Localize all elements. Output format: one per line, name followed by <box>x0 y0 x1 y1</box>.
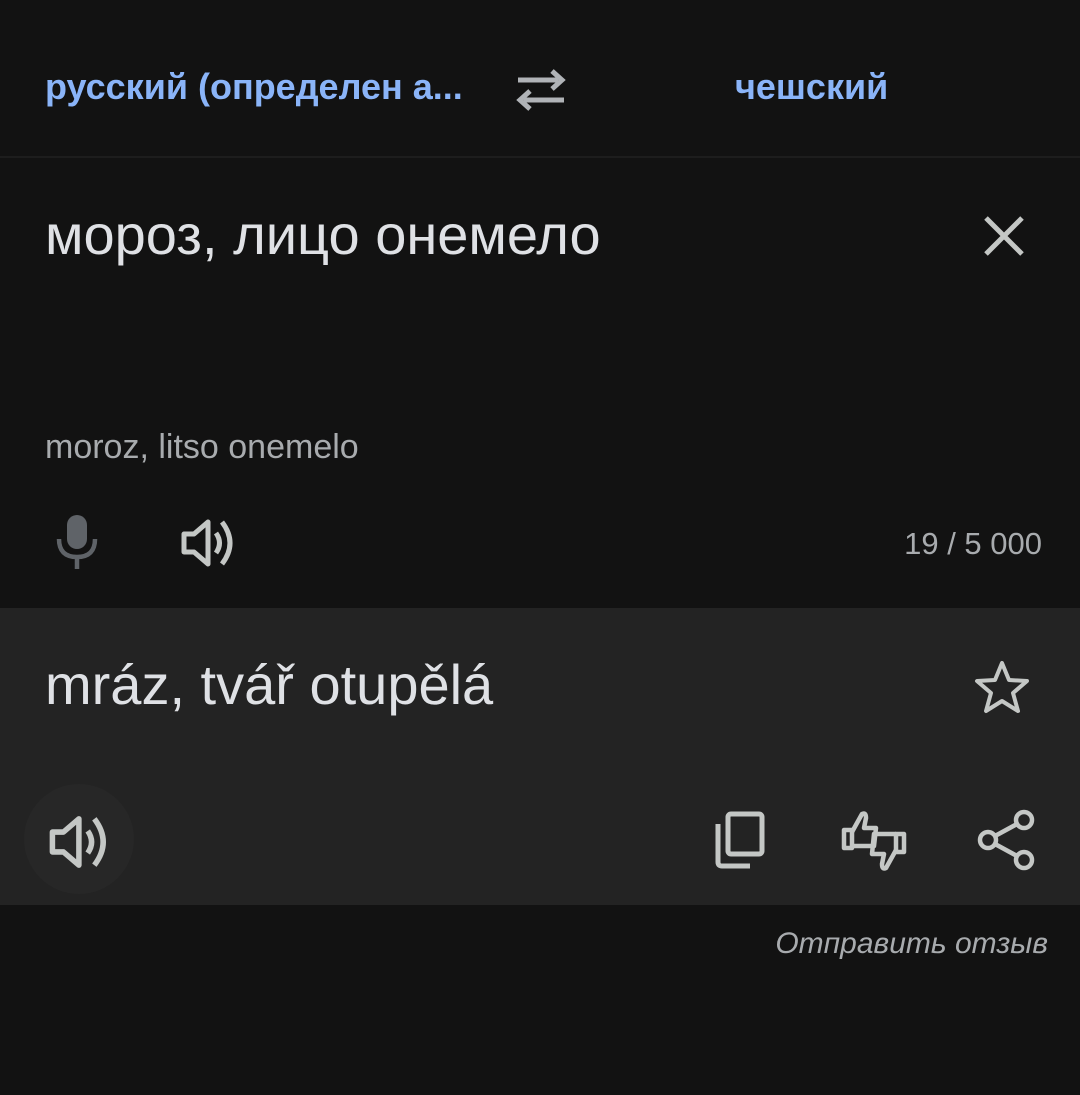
source-text-input[interactable]: мороз, лицо онемело <box>45 202 601 267</box>
language-bar: русский (определен а... чешский <box>0 0 1080 158</box>
share-icon[interactable] <box>976 808 1040 872</box>
translation-panel: mráz, tvář otupělá <box>0 608 1080 905</box>
thumbs-up-down-icon[interactable] <box>838 808 910 872</box>
send-feedback-link[interactable]: Отправить отзыв <box>775 927 1048 961</box>
volume-up-icon[interactable] <box>180 516 238 570</box>
character-counter: 19 / 5 000 <box>904 526 1042 561</box>
copy-icon[interactable] <box>708 808 772 872</box>
source-language-selector[interactable]: русский (определен а... <box>45 66 485 108</box>
translate-screen: русский (определен а... чешский мороз, л… <box>0 0 1080 1095</box>
source-panel: мороз, лицо онемело moroz, litso onemelo… <box>0 158 1080 608</box>
close-icon[interactable] <box>978 210 1030 262</box>
translation-text: mráz, tvář otupělá <box>45 653 494 716</box>
volume-up-icon[interactable] <box>48 810 112 874</box>
star-outline-icon[interactable] <box>972 658 1032 718</box>
mic-icon[interactable] <box>50 513 104 571</box>
swap-languages-icon[interactable] <box>512 66 570 114</box>
transliteration-text: moroz, litso onemelo <box>45 428 359 466</box>
target-language-selector[interactable]: чешский <box>735 66 888 108</box>
